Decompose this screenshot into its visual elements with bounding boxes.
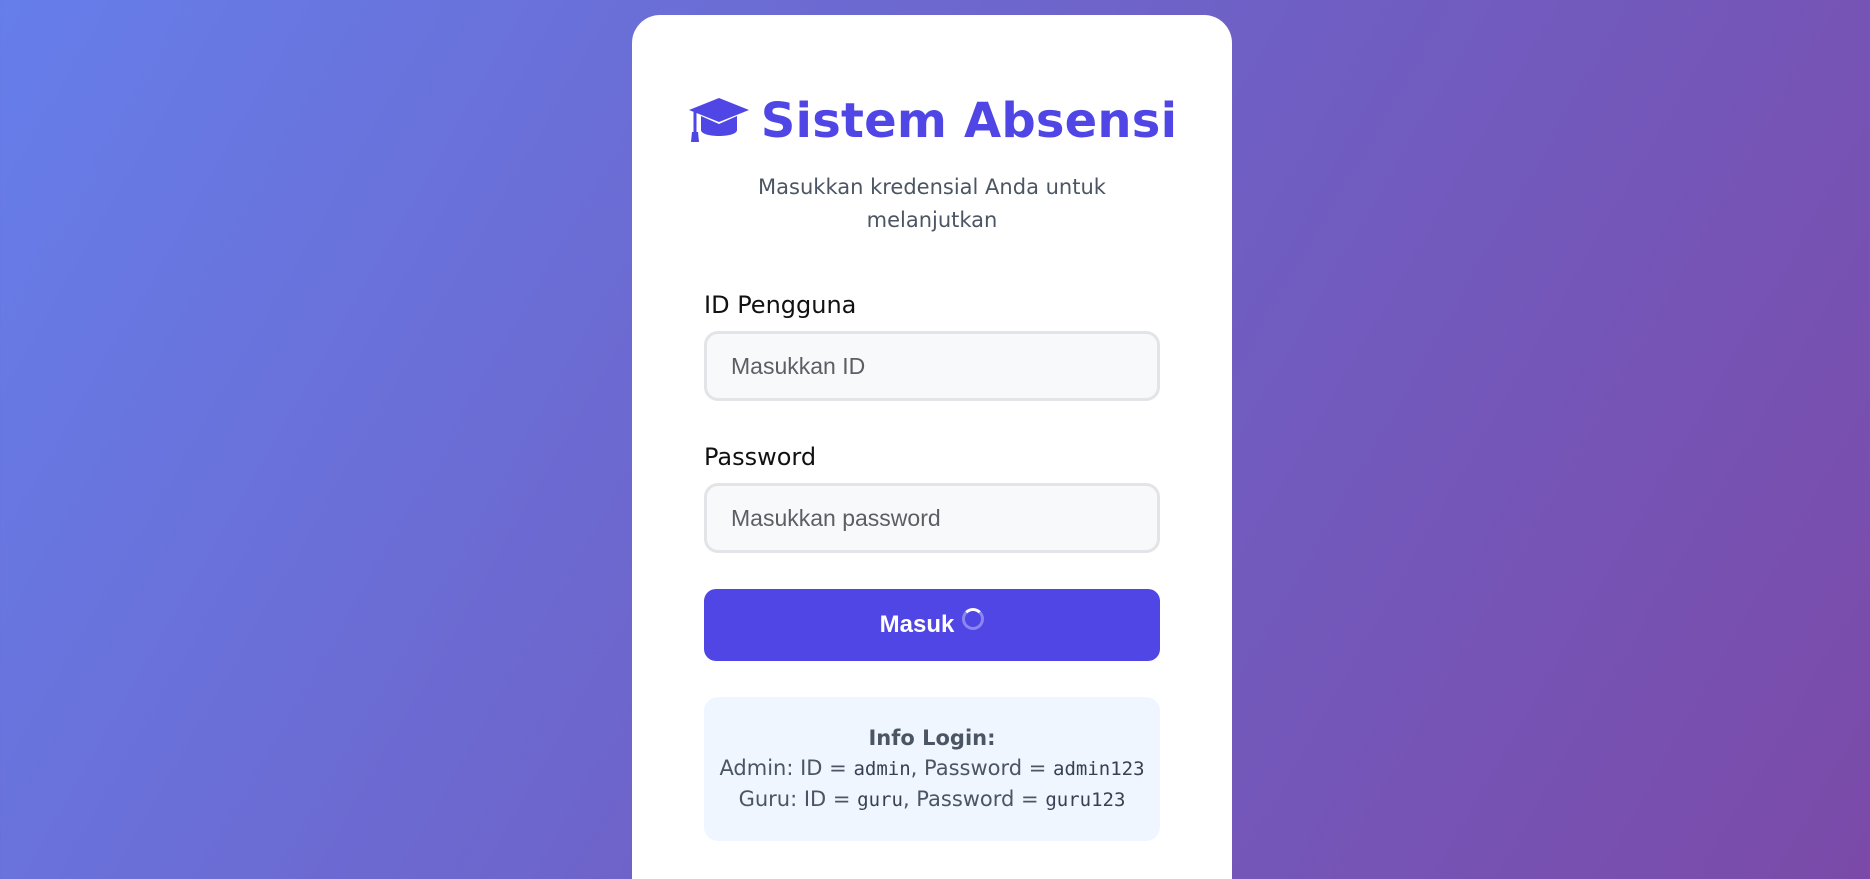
guru-password: guru123 — [1045, 789, 1126, 811]
login-card: Sistem Absensi Masukkan kredensial Anda … — [632, 15, 1232, 879]
loading-spinner-icon — [962, 608, 985, 630]
login-button-label: Masuk — [879, 611, 955, 638]
admin-id: admin — [853, 758, 911, 780]
password-input[interactable] — [704, 483, 1160, 553]
login-button[interactable]: Masuk — [704, 589, 1160, 661]
brand-header: Sistem Absensi — [688, 93, 1177, 149]
guru-prefix: Guru: ID = — [738, 787, 858, 811]
user-id-label: ID Pengguna — [704, 291, 857, 319]
login-info-box: Info Login: Admin: ID = admin, Password … — [704, 697, 1160, 841]
guru-credentials: Guru: ID = guru, Password = guru123 — [714, 784, 1150, 815]
login-subtitle: Masukkan kredensial Anda untuk melanjutk… — [758, 175, 1106, 232]
graduation-cap-icon — [687, 96, 751, 146]
guru-mid: , Password = — [902, 787, 1046, 811]
guru-id: guru — [857, 789, 903, 811]
admin-mid: , Password = — [910, 756, 1054, 780]
info-title: Info Login: — [868, 726, 996, 750]
user-id-input[interactable] — [704, 331, 1160, 401]
admin-credentials: Admin: ID = admin, Password = admin123 — [714, 753, 1150, 784]
admin-prefix: Admin: ID = — [719, 756, 854, 780]
password-label: Password — [704, 443, 817, 471]
admin-password: admin123 — [1053, 758, 1145, 780]
app-title: Sistem Absensi — [760, 93, 1178, 149]
